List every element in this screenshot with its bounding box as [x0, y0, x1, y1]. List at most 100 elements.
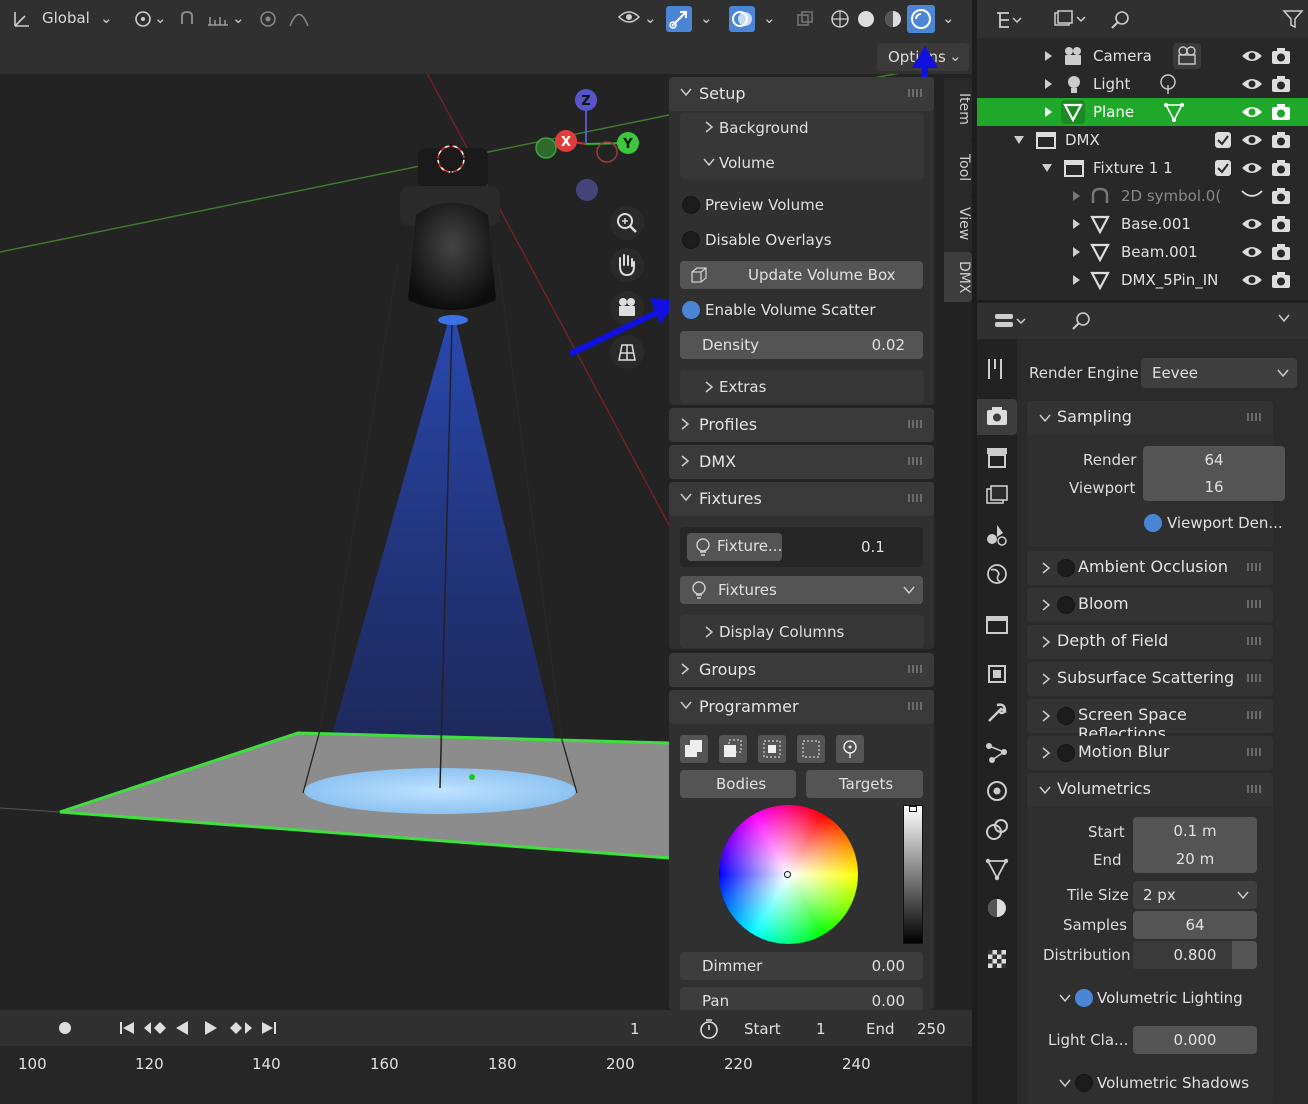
motion-blur-section[interactable]: Motion Blur — [1027, 736, 1273, 770]
outliner-row-camera[interactable]: Camera — [977, 42, 1308, 70]
ssr-checkbox[interactable] — [1057, 707, 1075, 725]
play-reverse-icon[interactable] — [174, 1020, 190, 1036]
checkbox-checked-icon[interactable] — [1215, 160, 1231, 176]
camera-data-icon[interactable] — [1173, 43, 1201, 69]
tab-tool[interactable]: Tool — [944, 140, 972, 196]
outliner-row-dmx[interactable]: DMX — [977, 126, 1308, 154]
drag-grip-icon[interactable] — [1247, 637, 1261, 645]
fixture-value[interactable]: 0.1 — [861, 538, 885, 556]
depth-of-field-section[interactable]: Depth of Field — [1027, 625, 1273, 659]
render-tab[interactable] — [977, 399, 1017, 435]
targets-button[interactable]: Targets — [806, 770, 923, 798]
chevron-right-icon[interactable] — [1043, 78, 1053, 90]
chevron-right-icon[interactable] — [1071, 246, 1081, 258]
view-layer-tab[interactable] — [977, 478, 1017, 514]
jump-start-icon[interactable] — [118, 1020, 136, 1036]
jump-end-icon[interactable] — [260, 1020, 278, 1036]
filter-icon[interactable] — [1282, 9, 1304, 29]
snap-increment-icon[interactable] — [206, 9, 230, 29]
vol-start-field[interactable]: 0.1 m — [1133, 817, 1257, 845]
tool-tab[interactable] — [977, 351, 1017, 387]
light-data-icon[interactable] — [1157, 72, 1179, 96]
light-clamp-field[interactable]: 0.000 — [1133, 1026, 1257, 1054]
current-frame-field[interactable]: 1 — [630, 1020, 640, 1038]
chevron-down-icon[interactable]: ⌄ — [763, 9, 776, 27]
play-icon[interactable] — [203, 1020, 219, 1036]
render-engine-select[interactable]: Eevee — [1141, 358, 1297, 388]
stopwatch-icon[interactable] — [698, 1018, 720, 1040]
wireframe-shading-icon[interactable] — [830, 9, 850, 29]
drag-grip-icon[interactable] — [1247, 563, 1261, 571]
render-camera-icon[interactable] — [1270, 158, 1292, 178]
record-icon[interactable] — [59, 1022, 71, 1034]
search-icon[interactable] — [1071, 310, 1093, 332]
drag-grip-icon[interactable] — [908, 702, 922, 710]
extras-subpanel[interactable]: Extras — [680, 370, 924, 403]
tab-view[interactable]: View — [944, 196, 972, 252]
color-wheel-cursor[interactable] — [784, 871, 791, 878]
viewport-denoise-checkbox[interactable] — [1144, 514, 1162, 532]
next-keyframe-icon[interactable] — [228, 1020, 254, 1036]
display-columns-subpanel[interactable]: Display Columns — [680, 615, 924, 648]
eye-icon[interactable] — [1241, 103, 1263, 121]
particles-tab[interactable] — [977, 734, 1017, 770]
material-shading-icon[interactable] — [883, 9, 903, 29]
drag-grip-icon[interactable] — [908, 457, 922, 465]
collection-tab[interactable] — [977, 607, 1017, 643]
drag-grip-icon[interactable] — [1247, 600, 1261, 608]
profiles-panel-header[interactable]: Profiles — [669, 408, 934, 442]
outliner-row-plane[interactable]: Plane — [977, 98, 1308, 126]
drag-grip-icon[interactable] — [908, 665, 922, 673]
update-volume-box-button[interactable]: Update Volume Box — [680, 261, 923, 289]
world-tab[interactable] — [977, 556, 1017, 592]
overlays-toggle-button[interactable] — [729, 6, 755, 32]
chevron-right-icon[interactable] — [1071, 274, 1081, 286]
color-wheel[interactable] — [719, 805, 858, 944]
pivot-icon[interactable] — [132, 9, 154, 29]
search-icon[interactable] — [1110, 9, 1132, 31]
eye-icon[interactable] — [1241, 47, 1263, 65]
render-camera-icon[interactable] — [1270, 46, 1292, 66]
viewport-samples-field[interactable]: 16 — [1143, 473, 1285, 501]
eye-icon[interactable] — [1241, 215, 1263, 233]
volume-subpanel[interactable]: Volume — [719, 154, 775, 172]
output-tab[interactable] — [977, 439, 1017, 475]
outliner-row-base[interactable]: Base.001 — [977, 210, 1308, 238]
properties-editor[interactable]: Render Engine Eevee Sampling Render 64 V… — [977, 303, 1308, 1104]
drag-grip-icon[interactable] — [908, 89, 922, 97]
vol-samples-field[interactable]: 64 — [1133, 911, 1257, 939]
groups-panel-header[interactable]: Groups — [669, 653, 934, 687]
fixtures-panel-header[interactable]: Fixtures — [669, 482, 934, 516]
select-box-button[interactable] — [758, 735, 786, 763]
dmx-panel-header[interactable]: DMX — [669, 445, 934, 479]
outliner-row-2d-symbol[interactable]: 2D symbol.0( — [977, 182, 1308, 210]
constraints-tab[interactable] — [977, 812, 1017, 848]
chevron-down-icon[interactable] — [1277, 313, 1291, 323]
motion-blur-checkbox[interactable] — [1057, 744, 1075, 762]
chevron-down-icon[interactable]: ⌄ — [942, 9, 955, 27]
outliner-row-light[interactable]: Light — [977, 70, 1308, 98]
material-tab[interactable] — [977, 890, 1017, 926]
proportional-edit-icon[interactable] — [258, 9, 278, 29]
drag-grip-icon[interactable] — [908, 420, 922, 428]
tile-size-select[interactable]: 2 px — [1133, 881, 1257, 909]
visibility-icon[interactable] — [617, 8, 641, 28]
eye-icon[interactable] — [1241, 159, 1263, 177]
object-tab[interactable] — [977, 656, 1017, 692]
outliner-row-fixture[interactable]: Fixture 1 1 — [977, 154, 1308, 182]
eye-icon[interactable] — [1241, 75, 1263, 93]
3d-viewport[interactable]: Global ⌄ ⌄ ⌄ ⌄ ⌄ ⌄ ⌄ Options ⌄ Z X Y Ite… — [0, 0, 972, 1010]
chevron-down-icon[interactable] — [702, 157, 716, 167]
enable-volume-scatter-checkbox[interactable] — [682, 301, 700, 319]
texture-tab[interactable] — [977, 941, 1017, 977]
drag-grip-icon[interactable] — [1247, 413, 1261, 421]
drag-grip-icon[interactable] — [1247, 711, 1261, 719]
volumetric-lighting-checkbox[interactable] — [1075, 989, 1093, 1007]
chevron-right-icon[interactable] — [1043, 106, 1053, 118]
ambient-occlusion-section[interactable]: Ambient Occlusion — [1027, 551, 1273, 585]
chevron-down-icon[interactable] — [1013, 135, 1025, 145]
timeline[interactable]: 1 Start 1 End 250 100 120 140 160 180 20… — [0, 1010, 972, 1104]
editor-type-icon[interactable] — [993, 311, 1027, 331]
falloff-curve-icon[interactable] — [288, 9, 310, 29]
chevron-down-icon[interactable] — [1041, 163, 1053, 173]
